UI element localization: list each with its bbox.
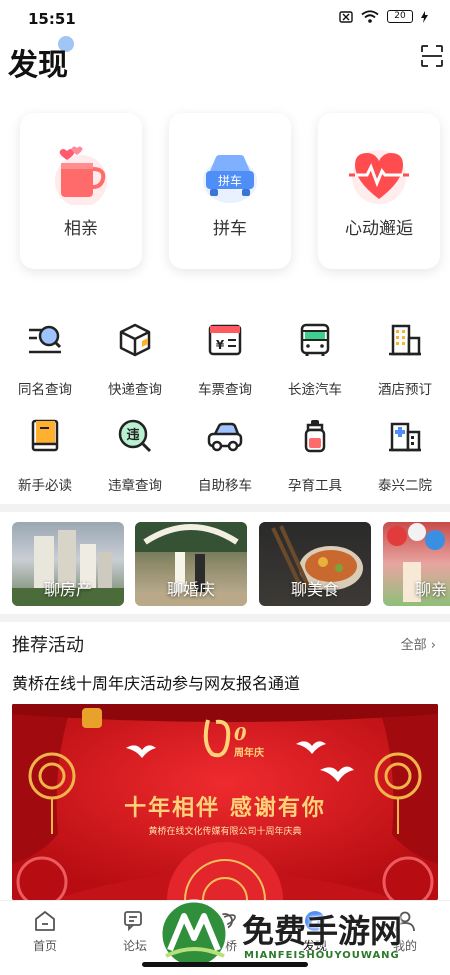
battery-icon: 20 [387,10,413,23]
section-divider [0,614,450,622]
profile-icon [395,911,415,932]
svg-text:0: 0 [234,724,247,745]
status-time: 15:51 [28,10,76,28]
status-bar: 15:51 20 [0,0,450,36]
chevron-right-icon: › [430,638,436,653]
carpool-icon: 拼车 [203,155,257,203]
ticket-icon: ¥ [208,324,242,356]
topic-card-wedding[interactable]: 聊婚庆 [135,522,247,606]
activity-title[interactable]: 黄桥在线十周年庆活动参与网友报名通道 [12,670,300,694]
bus-icon [300,323,330,356]
topic-strip[interactable]: 聊房产 聊婚庆 聊美食 聊亲 [0,522,450,608]
service-label: 同名查询 [18,382,72,398]
featured-cards: 相亲 拼车 拼车 心动邂逅 [0,113,450,271]
coffee-heart-icon [55,146,107,205]
anniversary-label: 周年庆 [234,748,264,759]
see-all-link[interactable]: 全部 › [401,634,436,653]
sim-off-icon [339,10,353,23]
tab-label: 首页 [32,939,57,953]
service-label: 自助移车 [198,478,252,494]
violation-icon-text: 违 [126,427,139,443]
service-label: 长途汽车 [288,382,342,398]
service-package[interactable]: 快递查询 [90,322,180,402]
topic-label: 聊美食 [290,580,339,599]
wifi-icon [361,10,379,23]
featured-card-carpool[interactable]: 拼车 拼车 [169,113,291,269]
tab-home[interactable]: 首页 [0,909,90,955]
service-hospital[interactable]: 泰兴二院 [360,418,450,498]
featured-card-dating[interactable]: 相亲 [20,113,142,269]
hotel-icon [389,324,421,356]
topic-label: 聊亲 [414,580,447,599]
service-label: 孕育工具 [288,478,342,494]
service-label: 违章查询 [108,478,162,494]
planet-icon [214,913,236,929]
featured-label: 拼车 [213,219,247,239]
forum-icon [124,911,142,932]
topic-label: 聊婚庆 [166,580,215,599]
status-icons: 20 [339,10,428,23]
service-label: 车票查询 [198,382,252,398]
service-label: 新手必读 [18,478,72,494]
featured-label: 心动邂逅 [345,219,413,239]
scan-icon[interactable] [420,44,444,68]
service-ticket[interactable]: ¥ 车票查询 [180,322,270,402]
hospital-icon [389,422,421,452]
name-search-icon [29,325,62,354]
service-baby-tools[interactable]: 孕育工具 [270,418,360,498]
charging-icon [421,10,428,23]
tab-discover[interactable]: 发现 [270,909,360,955]
tab-label: 黄桥 [212,939,237,953]
banner-subtitle: 黄桥在线文化传媒有限公司十周年庆典 [148,827,302,837]
carpool-icon-text: 拼车 [218,173,242,188]
service-label: 泰兴二院 [378,478,432,494]
see-all-label: 全部 [400,638,427,653]
topic-card-food[interactable]: 聊美食 [259,522,371,606]
svg-text:¥: ¥ [216,338,225,352]
tab-profile[interactable]: 我的 [360,909,450,955]
activity-banner[interactable]: 0 周年庆 十年相伴 感谢有你 黄桥在线文化传媒有限公司十周年庆典 [12,704,438,900]
book-icon [31,419,59,452]
service-label: 快递查询 [108,382,162,398]
service-beginner[interactable]: 新手必读 [0,418,90,498]
banner-slogan: 十年相伴 感谢有你 [124,796,326,821]
service-move-car[interactable]: 自助移车 [180,418,270,498]
home-icon [35,911,55,931]
tab-label: 论坛 [122,939,147,953]
tab-label: 发现 [302,939,327,953]
featured-card-encounter[interactable]: 心动邂逅 [318,113,440,269]
service-name-search[interactable]: 同名查询 [0,322,90,402]
topic-card-realestate[interactable]: 聊房产 [12,522,124,606]
home-indicator[interactable] [142,962,308,967]
service-violation[interactable]: 违 违章查询 [90,418,180,498]
car-icon [207,422,243,452]
topic-label: 聊房产 [43,580,92,599]
heartbeat-icon [349,150,409,204]
baby-bottle-icon [304,420,326,453]
package-icon [119,323,151,357]
discover-icon [305,911,325,931]
featured-label: 相亲 [64,219,98,239]
tab-label: 我的 [392,939,417,953]
tab-forum[interactable]: 论坛 [90,909,180,955]
service-bus[interactable]: 长途汽车 [270,322,360,402]
section-divider [0,504,450,512]
service-label: 酒店预订 [378,382,432,398]
service-hotel[interactable]: 酒店预订 [360,322,450,402]
tab-huangqiao[interactable]: 黄桥 [180,909,270,955]
section-title: 推荐活动 [12,635,84,656]
violation-icon: 违 [118,419,152,453]
page-title: 发现 [8,48,68,83]
topic-card-dating[interactable]: 聊亲 [383,522,450,606]
